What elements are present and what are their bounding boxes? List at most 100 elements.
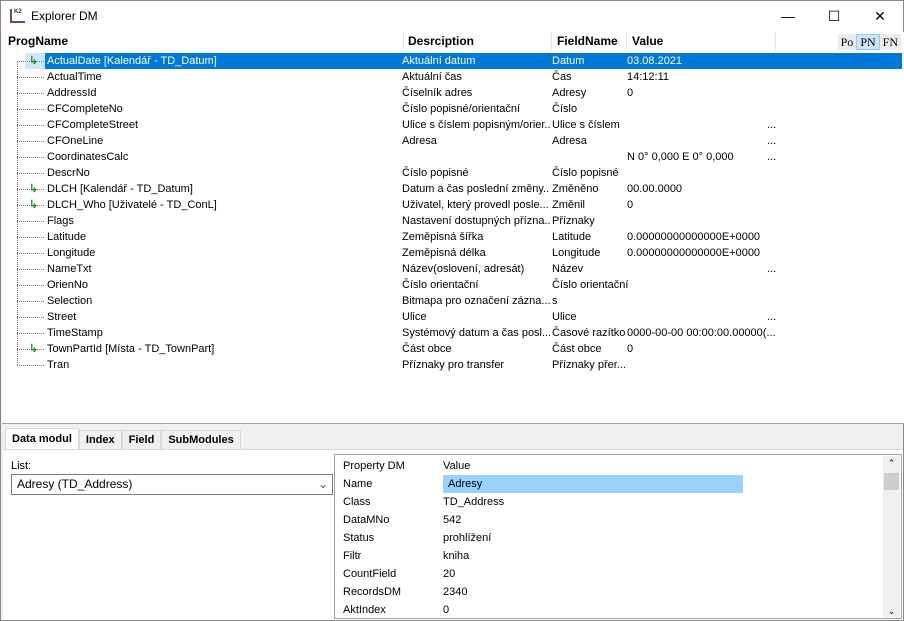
list-select[interactable]: Adresy (TD_Address) ⌄ (11, 474, 333, 495)
cell-field: Změněno (552, 183, 599, 195)
cell-more: ... (767, 311, 777, 323)
cell-desc: Číslo popisné (402, 167, 469, 179)
tab-data-modul[interactable]: Data modul (5, 428, 79, 450)
property-name: AktIndex (343, 604, 386, 616)
cell-prog: Tran (47, 359, 70, 371)
table-row[interactable]: TimeStamp Systémový datum a čas posl... Ča… (2, 325, 902, 341)
mode-buttons: Po PN FN (837, 34, 901, 50)
table-row[interactable]: Longitude Zeměpisná délka Longitude 0.0000… (2, 245, 902, 261)
scrollbar-thumb[interactable] (884, 473, 899, 490)
cell-field: Číslo (552, 103, 578, 115)
minimize-button[interactable]: — (765, 1, 811, 32)
tree-connector (17, 77, 44, 78)
property-row[interactable]: AktIndex 0 (335, 601, 875, 619)
table-row[interactable]: ↳ TownPartId [Místa - TD_TownPart] Část ob… (2, 341, 902, 357)
property-row[interactable]: Filtr kniha (335, 547, 875, 565)
cell-field: Ulice s číslem (552, 119, 620, 131)
tree-connector (17, 317, 44, 318)
tree-connector (17, 93, 44, 94)
tree-connector (17, 333, 44, 334)
table-row[interactable]: ActualTime Aktuální čas Čas 14:12:11 (2, 69, 902, 85)
chevron-down-icon[interactable]: ⌄ (318, 475, 328, 494)
cell-field: Číslo popisné (552, 167, 619, 179)
cell-desc: Aktuální čas (402, 71, 462, 83)
cell-value: 0.00000000000000E+0000 (627, 247, 761, 259)
tab-field[interactable]: Field (121, 430, 162, 450)
cell-prog: ActualDate [Kalendář - TD_Datum] (47, 55, 217, 67)
cell-field: Příznaky přer... (552, 359, 626, 371)
property-row[interactable]: Name Adresy (335, 475, 875, 493)
table-row[interactable]: CFCompleteNo Číslo popisné/orientační Čísl… (2, 101, 902, 117)
cell-prog: NameTxt (47, 263, 92, 275)
property-row[interactable]: CountField 20 (335, 565, 875, 583)
property-name: Status (343, 532, 375, 544)
scroll-up-icon[interactable]: ⌃ (883, 456, 900, 470)
table-row[interactable]: ↳ DLCH [Kalendář - TD_Datum] Datum a čas p… (2, 181, 902, 197)
table-row[interactable]: CFCompleteStreet Ulice s číslem popisným/… (2, 117, 902, 133)
cell-value: 03.08.2021 (627, 55, 683, 67)
property-header-value: Value (443, 460, 471, 472)
header-value[interactable]: Value (632, 32, 776, 51)
mode-pn-button[interactable]: PN (856, 34, 880, 50)
cell-prog: CFCompleteNo (47, 103, 123, 115)
cell-prog: CFCompleteStreet (47, 119, 139, 131)
tab-submodules[interactable]: SubModules (161, 430, 241, 450)
cell-value: 00.00.0000 (627, 183, 683, 195)
property-row[interactable]: Status prohlížení (335, 529, 875, 547)
mode-po-button[interactable]: Po (838, 34, 857, 50)
list-label: List: (11, 460, 32, 472)
table-row[interactable]: Selection Bitmapa pro označení zázna... s (2, 293, 902, 309)
table-row[interactable]: ↳ ActualDate [Kalendář - TD_Datum] Aktuáln… (2, 53, 902, 69)
cell-desc: Datum a čas poslední změny... (402, 183, 550, 195)
property-header-name: Property DM (343, 460, 405, 472)
cell-prog: Flags (47, 215, 74, 227)
table-row[interactable]: ↳ DLCH_Who [Uživatelé - TD_ConL] Uživatel,… (2, 197, 902, 213)
table-row[interactable]: AddressId Číselník adres Adresy 0 (2, 85, 902, 101)
table-row[interactable]: DescrNo Číslo popisné Číslo popisné (2, 165, 902, 181)
table-row[interactable]: CFOneLine Adresa Adresa... (2, 133, 902, 149)
mode-fn-button[interactable]: FN (880, 34, 901, 50)
table-row[interactable]: Latitude Zeměpisná šířka Latitude 0.000000… (2, 229, 902, 245)
header-progname[interactable]: ProgName (8, 32, 404, 51)
fields-grid: ProgName Desrciption FieldName Value Po … (2, 32, 904, 424)
cell-field: Longitude (552, 247, 601, 259)
tree-connector (17, 285, 44, 286)
property-name: Name (343, 478, 373, 490)
cell-field: Část obce (552, 343, 602, 355)
cell-field: Příznaky (552, 215, 595, 227)
cell-field: Číslo orientační (552, 279, 628, 291)
tree-connector (17, 173, 44, 174)
table-row[interactable]: CoordinatesCalc N 0° 0,000 E 0° 0,000... (2, 149, 902, 165)
tree-connector (17, 125, 44, 126)
cell-field: Datum (552, 55, 585, 67)
maximize-button[interactable]: ☐ (811, 1, 857, 32)
tree-connector (17, 109, 44, 110)
tab-index[interactable]: Index (78, 430, 122, 450)
cell-desc: Uživatel, který provedl posle... (402, 199, 549, 211)
title-bar: K2 Explorer DM — ☐ ✕ (1, 1, 903, 32)
cell-desc: Zeměpisná délka (402, 247, 486, 259)
cell-prog: TownPartId [Místa - TD_TownPart] (47, 343, 215, 355)
property-row[interactable]: RecordsDM 2340 (335, 583, 875, 601)
table-row[interactable]: Tran Příznaky pro transfer Příznaky přer..… (2, 357, 902, 373)
property-value: TD_Address (443, 496, 505, 508)
table-row[interactable]: Street Ulice Ulice... (2, 309, 902, 325)
table-row[interactable]: NameTxt Název(oslovení, adresát) Název... (2, 261, 902, 277)
cell-field: Název (552, 263, 584, 275)
property-name: Class (343, 496, 371, 508)
cell-more: ... (767, 151, 777, 163)
property-scrollbar[interactable]: ⌃ ⌄ (883, 456, 900, 617)
cell-desc: Systémový datum a čas posl... (402, 327, 550, 339)
close-button[interactable]: ✕ (857, 1, 903, 32)
cell-field: Změnil (552, 199, 586, 211)
table-row[interactable]: Flags Nastavení dostupných přízna... Přízn… (2, 213, 902, 229)
property-row[interactable]: DataMNo 542 (335, 511, 875, 529)
header-fieldname[interactable]: FieldName (557, 32, 627, 51)
cell-value: 0 (627, 87, 634, 99)
table-row[interactable]: OrienNo Číslo orientační Číslo orientační (2, 277, 902, 293)
header-description[interactable]: Desrciption (408, 32, 552, 51)
link-arrow-icon: ↳ (29, 55, 39, 67)
property-row[interactable]: Class TD_Address (335, 493, 875, 511)
scroll-down-icon[interactable]: ⌄ (883, 606, 900, 617)
tab-bar: Data modul Index Field SubModules (5, 428, 241, 450)
